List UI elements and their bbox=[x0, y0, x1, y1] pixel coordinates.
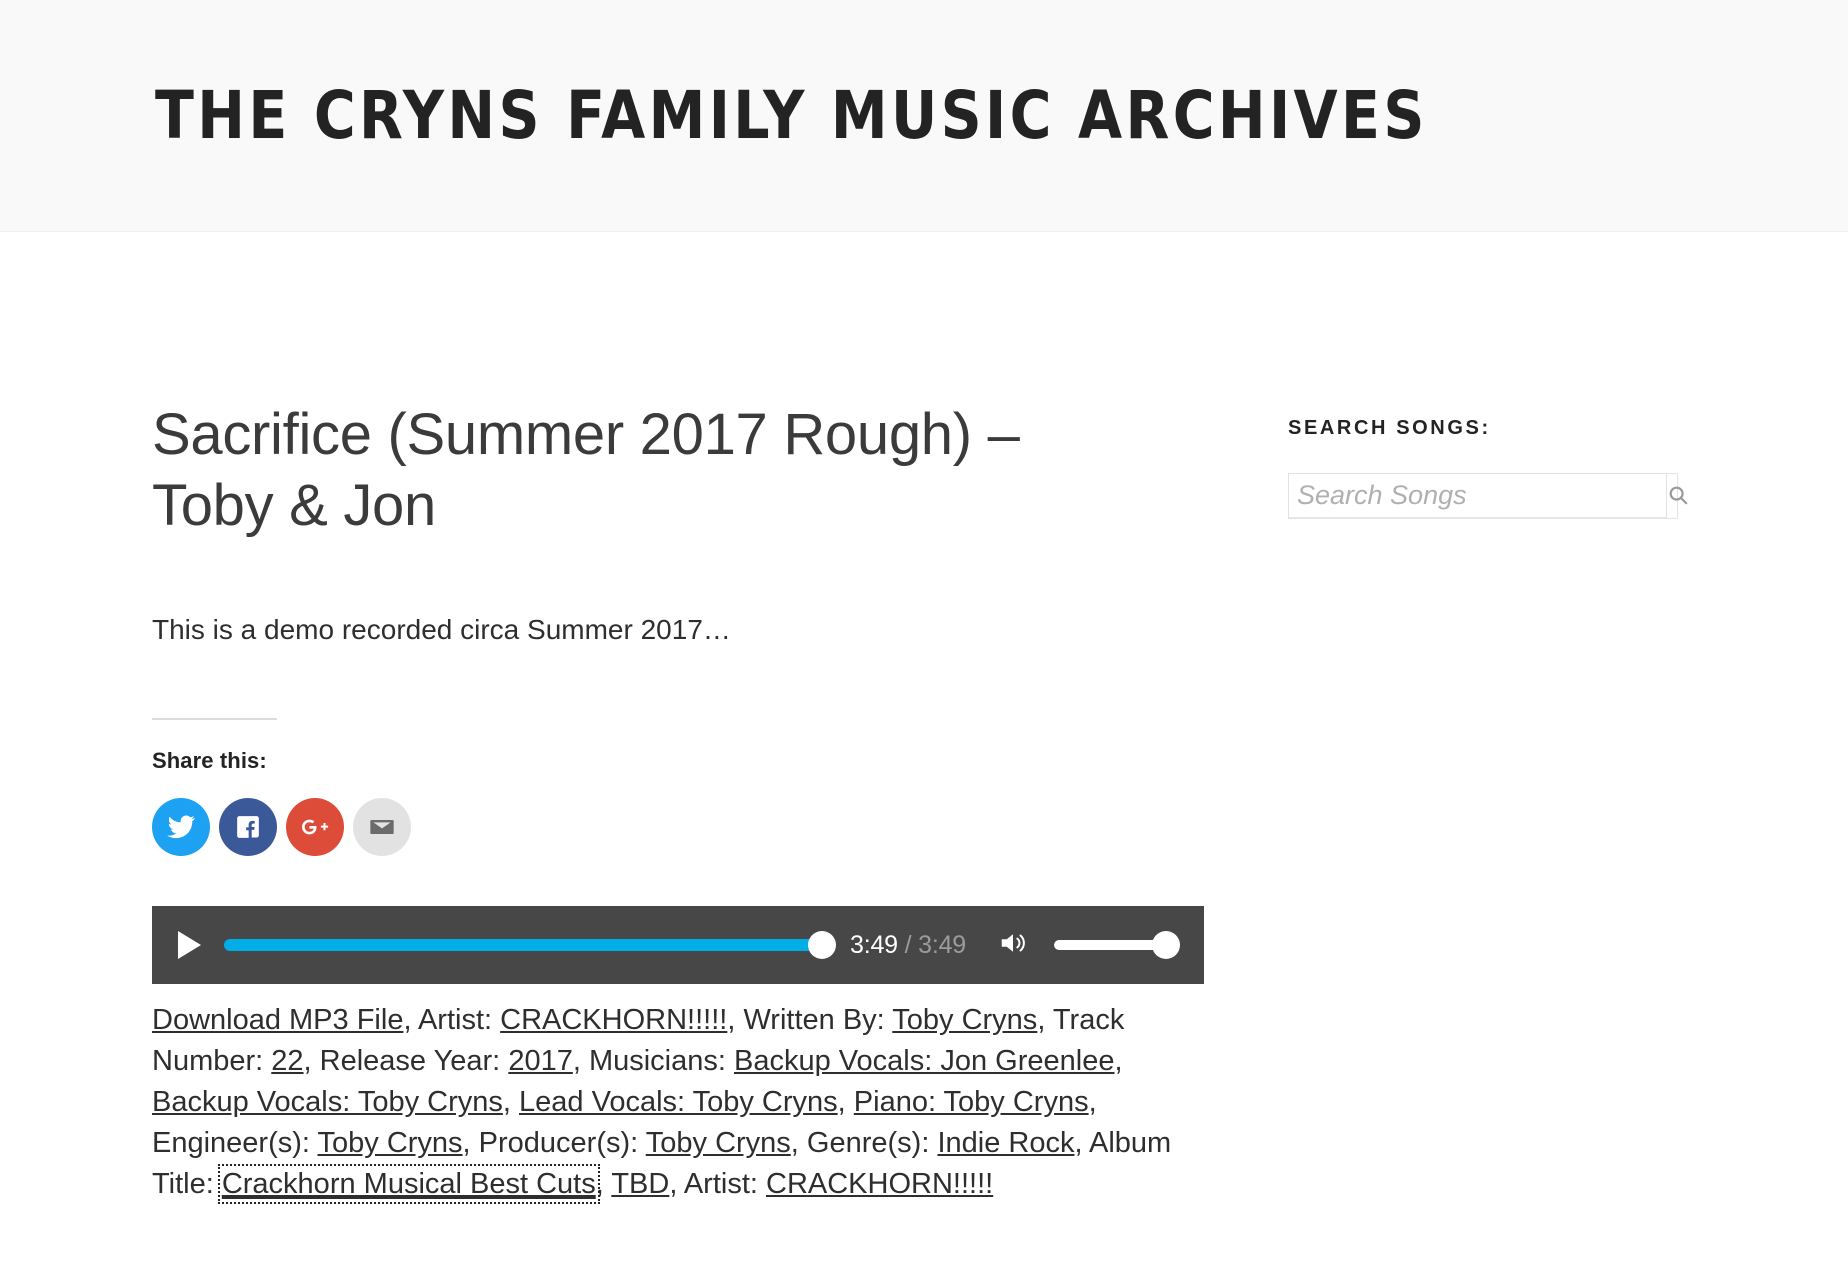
genres-label: Genre(s): bbox=[806, 1126, 938, 1159]
search-widget-title: SEARCH SONGS: bbox=[1288, 417, 1491, 439]
meta-sep-14: , bbox=[669, 1167, 684, 1200]
genres-link[interactable]: Indie Rock bbox=[937, 1127, 1074, 1159]
search-form bbox=[1288, 473, 1688, 519]
search-submit-button[interactable] bbox=[1666, 474, 1689, 518]
meta-sep-8: , bbox=[837, 1086, 854, 1119]
release-year-label: Release Year: bbox=[319, 1045, 509, 1078]
progress-track bbox=[224, 939, 835, 952]
share-button-facebook[interactable] bbox=[219, 798, 277, 857]
total-time: 3:49 bbox=[918, 930, 966, 959]
meta-sep-1: , bbox=[403, 1004, 418, 1037]
meta-sep-12: , bbox=[1074, 1126, 1089, 1159]
play-icon bbox=[177, 931, 201, 960]
meta-sep-7: , bbox=[502, 1086, 519, 1119]
meta-sep-10: , bbox=[462, 1126, 479, 1159]
sidebar: SEARCH SONGS: bbox=[1288, 400, 1688, 519]
track-metadata: Download MP3 File, Artist: CRACKHORN!!!!… bbox=[152, 1000, 1212, 1204]
meta-sep-11: , bbox=[790, 1126, 807, 1159]
progress-slider[interactable] bbox=[224, 930, 837, 960]
meta-sep-3: , bbox=[1037, 1004, 1053, 1037]
volume-slider[interactable] bbox=[1054, 931, 1180, 960]
audio-player: 3:49 / 3:49 bbox=[152, 906, 1204, 985]
search-icon bbox=[1667, 484, 1689, 509]
share-buttons-row bbox=[152, 798, 1212, 857]
release-year-link[interactable]: 2017 bbox=[508, 1045, 573, 1077]
meta-sep-2: , bbox=[727, 1004, 744, 1037]
meta-sep-13: , bbox=[595, 1167, 612, 1200]
musicians-label: Musicians: bbox=[588, 1045, 734, 1078]
musician-link-4[interactable]: Piano: Toby Cryns bbox=[854, 1086, 1089, 1118]
artist-label: Artist: bbox=[417, 1004, 501, 1037]
site-header: THE CRYNS FAMILY MUSIC ARCHIVES bbox=[0, 0, 1848, 232]
share-button-email[interactable] bbox=[353, 798, 411, 857]
share-button-twitter[interactable] bbox=[152, 798, 210, 857]
artist-label-2: Artist: bbox=[683, 1167, 767, 1200]
facebook-icon bbox=[235, 814, 261, 840]
artist-link-2[interactable]: CRACKHORN!!!!! bbox=[766, 1168, 993, 1200]
page-title: Sacrifice (Summer 2017 Rough) – Toby & J… bbox=[152, 402, 1020, 538]
content-divider bbox=[152, 718, 277, 721]
search-input[interactable] bbox=[1289, 474, 1666, 518]
volume-thumb[interactable] bbox=[1152, 931, 1180, 960]
album-title-link-2[interactable]: TBD bbox=[611, 1168, 669, 1200]
play-button[interactable] bbox=[170, 926, 208, 964]
page-body: Sacrifice (Summer 2017 Rough) – Toby & J… bbox=[0, 232, 1848, 1234]
producers-label: Producer(s): bbox=[478, 1126, 646, 1159]
meta-sep-4: , bbox=[303, 1045, 320, 1078]
album-title-link[interactable]: Crackhorn Musical Best Cuts bbox=[217, 1163, 600, 1204]
entry-description: This is a demo recorded circa Summer 201… bbox=[152, 613, 731, 645]
email-icon bbox=[368, 813, 396, 841]
main-content: Sacrifice (Summer 2017 Rough) – Toby & J… bbox=[152, 400, 1212, 1234]
share-button-google-plus[interactable] bbox=[286, 798, 344, 857]
written-by-label: Written By: bbox=[743, 1004, 893, 1037]
track-number-link[interactable]: 22 bbox=[271, 1045, 303, 1077]
volume-button[interactable] bbox=[996, 928, 1030, 963]
producers-link[interactable]: Toby Cryns bbox=[646, 1127, 791, 1159]
volume-high-icon bbox=[996, 928, 1030, 963]
search-songs-widget: SEARCH SONGS: bbox=[1288, 417, 1688, 519]
site-title[interactable]: THE CRYNS FAMILY MUSIC ARCHIVES bbox=[155, 82, 1428, 149]
artist-link[interactable]: CRACKHORN!!!!! bbox=[500, 1004, 727, 1036]
time-separator: / bbox=[897, 930, 919, 959]
current-time: 3:49 bbox=[850, 930, 898, 959]
written-by-link[interactable]: Toby Cryns bbox=[892, 1004, 1037, 1036]
musician-link-3[interactable]: Lead Vocals: Toby Cryns bbox=[519, 1086, 838, 1118]
progress-thumb[interactable] bbox=[808, 931, 837, 960]
musician-link-1[interactable]: Backup Vocals: Jon Greenlee bbox=[734, 1045, 1114, 1077]
meta-sep-6: , bbox=[1114, 1045, 1123, 1078]
google-plus-icon bbox=[299, 812, 331, 842]
download-mp3-link[interactable]: Download MP3 File bbox=[152, 1004, 403, 1036]
share-this-label: Share this: bbox=[152, 748, 267, 774]
musician-link-2[interactable]: Backup Vocals: Toby Cryns bbox=[152, 1086, 503, 1118]
meta-sep-5: , bbox=[572, 1045, 589, 1078]
engineers-link[interactable]: Toby Cryns bbox=[318, 1127, 463, 1159]
engineers-label: Engineer(s): bbox=[152, 1126, 318, 1159]
time-display: 3:49 / 3:49 bbox=[850, 931, 966, 960]
meta-sep-9: , bbox=[1088, 1086, 1097, 1119]
twitter-icon bbox=[166, 812, 196, 842]
